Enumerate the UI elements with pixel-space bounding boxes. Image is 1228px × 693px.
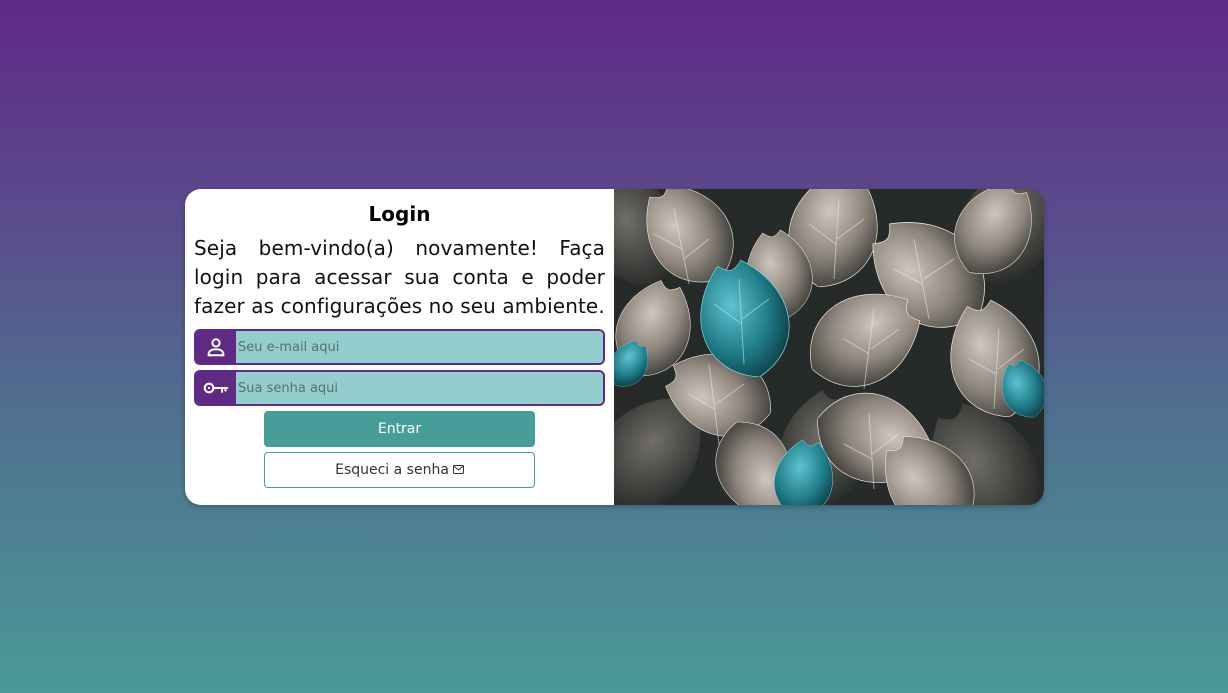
page-title: Login — [368, 202, 431, 226]
submit-button[interactable]: Entrar — [264, 411, 535, 447]
login-card: Login Seja bem-vindo(a) novamente! Faça … — [185, 189, 1044, 505]
user-icon — [196, 331, 236, 363]
welcome-text: Seja bem-vindo(a) novamente! Faça login … — [194, 236, 605, 318]
password-field-group — [194, 370, 605, 406]
email-input[interactable] — [236, 331, 603, 363]
key-icon — [196, 372, 236, 404]
envelope-icon — [452, 462, 464, 478]
forgot-password-button[interactable]: Esqueci a senha — [264, 452, 535, 488]
leaves-image — [614, 189, 1044, 505]
login-form: Login Seja bem-vindo(a) novamente! Faça … — [185, 189, 614, 505]
email-field-group — [194, 329, 605, 365]
password-input[interactable] — [236, 372, 603, 404]
forgot-password-label: Esqueci a senha — [335, 462, 449, 478]
